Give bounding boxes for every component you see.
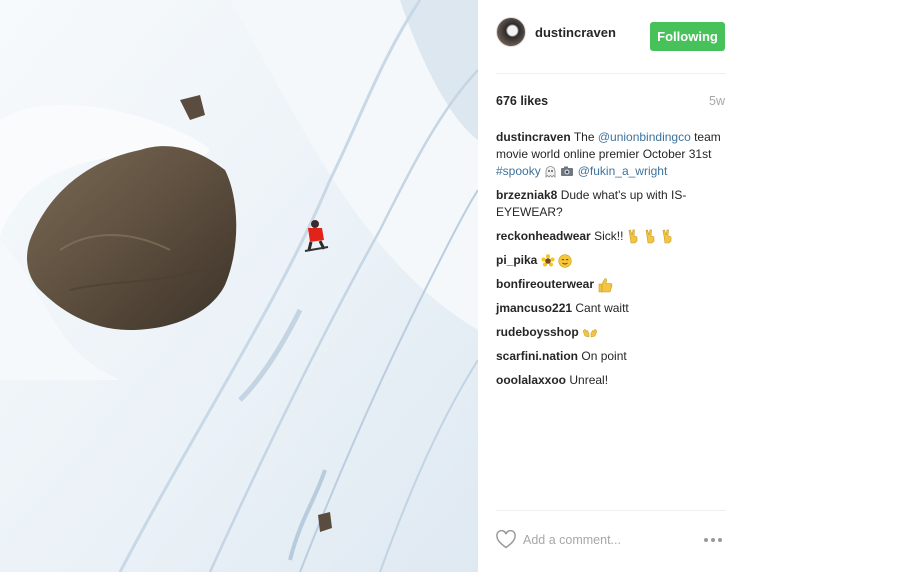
comment-username[interactable]: rudeboysshop (496, 325, 579, 339)
avatar[interactable] (496, 17, 526, 47)
following-button[interactable]: Following (650, 22, 725, 51)
comment-username[interactable]: brzezniak8 (496, 188, 557, 202)
relieved-face-icon (558, 254, 572, 268)
comment-username[interactable]: pi_pika (496, 253, 537, 267)
add-comment-input[interactable] (523, 530, 683, 550)
comment-username[interactable]: jmancuso221 (496, 301, 572, 315)
comment-item: jmancuso221 Cant waitt (496, 300, 726, 317)
snowboarder-mountain-photo (0, 0, 478, 572)
comment-text: Cant waitt (575, 301, 629, 315)
comment-item: reckonheadwear Sick!! (496, 228, 726, 245)
ghost-emoji-icon (545, 166, 556, 179)
sunflower-emoji-icon (541, 254, 555, 267)
comments-divider (496, 510, 726, 511)
mention-link[interactable]: @unionbindingco (598, 130, 691, 144)
hashtag-link[interactable]: #spooky (496, 164, 541, 178)
victory-hand-icon (628, 229, 638, 244)
raised-hands-icon (582, 328, 598, 338)
header-divider (496, 73, 726, 74)
comment-text: Unreal! (569, 373, 609, 387)
post-sidebar: dustincraven Following 676 likes 5w dust… (496, 0, 726, 578)
victory-hand-icon (645, 229, 655, 244)
comment-item: ooolalaxxoo Unreal! (496, 372, 726, 389)
comment-text: Sick!! (594, 229, 624, 243)
post-header: dustincraven Following (496, 17, 726, 57)
thumbs-up-icon (599, 278, 613, 293)
post-photo[interactable] (0, 0, 478, 572)
comment-username[interactable]: scarfini.nation (496, 349, 578, 363)
heart-icon[interactable] (496, 530, 516, 549)
caption: dustincraven The @unionbindingco team mo… (496, 129, 726, 180)
comment-username[interactable]: ooolalaxxoo (496, 373, 566, 387)
victory-hand-icon (663, 229, 672, 244)
likes-count[interactable]: 676 likes (496, 94, 548, 108)
comment-item: pi_pika (496, 252, 726, 269)
comments-list: dustincraven The @unionbindingco team mo… (496, 129, 726, 396)
comment-username[interactable]: reckonheadwear (496, 229, 591, 243)
comment-username[interactable]: bonfireouterwear (496, 277, 594, 291)
comment-item: brzezniak8 Dude what's up with IS-EYEWEA… (496, 187, 726, 221)
more-options-icon[interactable] (704, 534, 726, 546)
add-comment-bar (496, 528, 726, 552)
comment-item: rudeboysshop (496, 324, 726, 341)
comment-item: bonfireouterwear (496, 276, 726, 293)
mention-link[interactable]: @fukin_a_wright (578, 164, 668, 178)
caption-username[interactable]: dustincraven (496, 130, 571, 144)
header-username[interactable]: dustincraven (535, 25, 616, 40)
comment-item: scarfini.nation On point (496, 348, 726, 365)
post-age[interactable]: 5w (709, 94, 725, 108)
comment-text: On point (581, 349, 627, 363)
camera-emoji-icon (561, 166, 574, 177)
caption-text-part: The (573, 130, 598, 144)
